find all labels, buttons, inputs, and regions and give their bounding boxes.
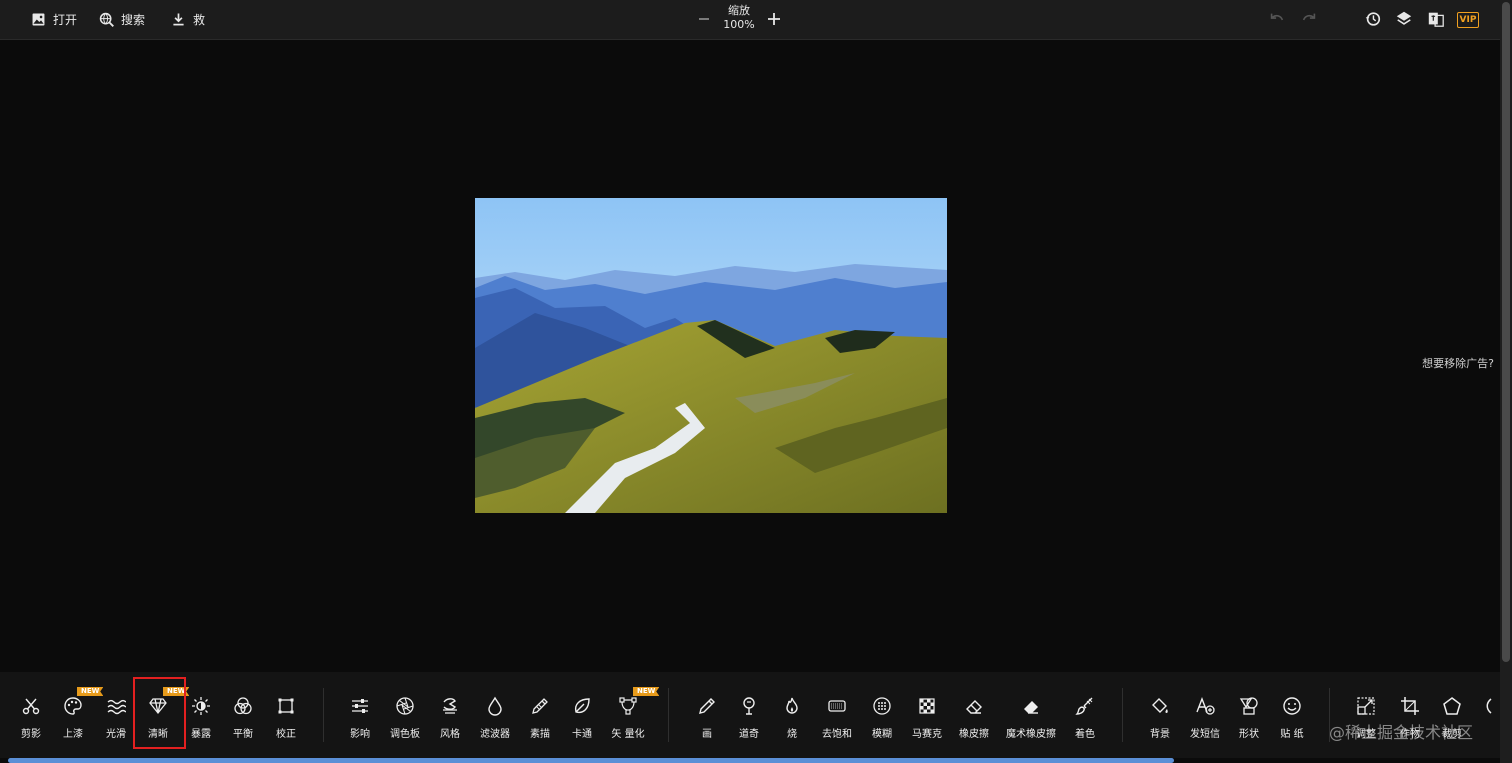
sliders-icon [352, 699, 368, 713]
save-label: 救 [193, 12, 206, 27]
resize-icon [1357, 697, 1375, 715]
aperture-icon [396, 697, 414, 715]
more-tools-icon[interactable] [1483, 696, 1495, 716]
tool-label: 贴 纸 [1280, 729, 1304, 740]
open-label: 打开 [53, 12, 78, 27]
zoom-out-button[interactable] [696, 11, 712, 27]
tool-label: 校正 [276, 729, 296, 740]
new-badge: NEW [633, 687, 660, 696]
tool-eraser[interactable]: 橡皮擦 [950, 696, 998, 740]
scrollbar-thumb[interactable] [1502, 2, 1510, 662]
paint-bucket-icon [1152, 698, 1168, 713]
image-icon [32, 13, 45, 25]
tool-colorize[interactable]: 着色 [1061, 696, 1109, 740]
zoom-indicator: 缩放 100% [716, 4, 762, 32]
bottom-toolbar: 剪影 上漆 NEW 光滑 清晰 NEW 暴露 平衡 校正 影响 调色板 风格 滤… [0, 672, 1500, 758]
smiley-icon [1283, 697, 1301, 715]
sun-icon [192, 697, 210, 715]
toolbar-divider [668, 688, 669, 742]
mosaic-icon [919, 698, 935, 714]
palette-icon [64, 697, 82, 715]
redo-icon[interactable] [1300, 10, 1318, 28]
zoom-in-button[interactable] [766, 11, 782, 27]
style-icon [443, 698, 457, 714]
brush-icon [1075, 697, 1093, 715]
highlight-box [133, 677, 186, 749]
progress-bar [8, 758, 1174, 763]
new-badge: NEW [77, 687, 104, 696]
vector-nodes-icon [619, 697, 637, 715]
vertical-scrollbar[interactable] [1500, 0, 1512, 763]
crop-icon [1401, 697, 1419, 715]
open-button[interactable]: 打开 [30, 9, 77, 29]
tool-magic-eraser[interactable]: 魔术橡皮擦 [1006, 696, 1056, 740]
drop-icon [488, 696, 502, 716]
tool-label: 矢 量化 [611, 729, 645, 740]
pen-icon [699, 698, 715, 714]
shapes-icon [1239, 697, 1258, 715]
scissors-icon [22, 698, 40, 715]
remove-ads-link[interactable]: 想要移除广告? [1400, 355, 1494, 371]
toolbar-divider [1122, 688, 1123, 742]
magic-eraser-icon [1024, 701, 1038, 714]
undo-icon[interactable] [1268, 10, 1286, 28]
tool-label: 着色 [1075, 729, 1095, 740]
blur-icon [873, 697, 891, 715]
history-icon[interactable] [1364, 10, 1382, 28]
tool-sticker[interactable]: 贴 纸 [1268, 696, 1316, 740]
layers-icon[interactable] [1395, 10, 1413, 28]
tool-vectorize[interactable]: 矢 量化 [604, 696, 652, 740]
download-icon [173, 13, 184, 25]
flame-icon [786, 697, 798, 714]
save-button[interactable]: 救 [170, 9, 205, 29]
leaf-icon [574, 698, 590, 714]
add-text-icon [1196, 697, 1215, 715]
desaturate-icon [828, 700, 846, 712]
vip-badge[interactable]: VIP [1457, 12, 1479, 28]
eraser-icon [966, 700, 982, 714]
perspective-icon [278, 698, 294, 714]
zoom-title: 缩放 [728, 4, 750, 17]
dodge-icon [743, 697, 755, 715]
waves-icon [107, 699, 126, 715]
translate-icon[interactable] [1427, 10, 1445, 28]
pentagon-icon [1443, 697, 1461, 715]
search-globe-icon [99, 12, 114, 27]
zoom-value: 100% [723, 18, 755, 31]
watermark: @稀土掘金技术社区 [1329, 723, 1474, 742]
tool-correct[interactable]: 校正 [262, 696, 310, 740]
top-bar: 打开 搜索 救 缩放 100% VIP [0, 0, 1500, 40]
toolbar-divider [323, 688, 324, 742]
canvas-image[interactable] [475, 198, 947, 513]
search-button[interactable]: 搜索 [98, 9, 145, 29]
search-label: 搜索 [121, 12, 146, 27]
pencil-icon [532, 698, 548, 714]
rgb-circles-icon [234, 697, 252, 715]
